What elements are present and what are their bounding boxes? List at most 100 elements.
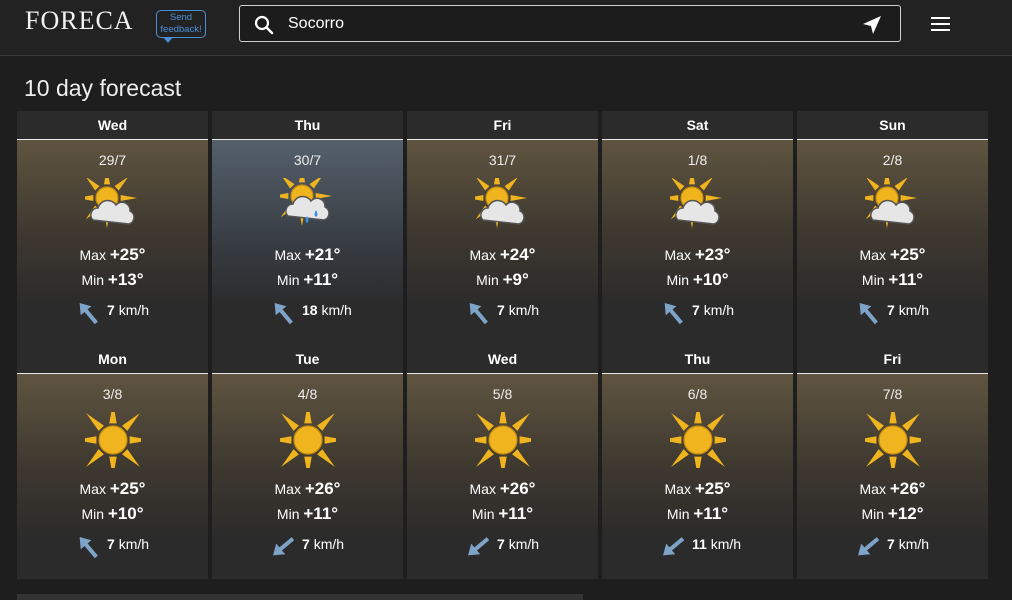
day-card[interactable]: Fri 31/7 Max +24° Min +9° 7 km/h [407,111,598,345]
sun-icon [75,402,151,478]
wind-unit: km/h [118,302,150,318]
foreca-logo[interactable]: FORECA [25,6,134,36]
day-card[interactable]: Tue 4/8 Max +26° Min +11° 7 km/h [212,345,403,579]
day-date: 3/8 [102,386,123,402]
wind-speed: 7 km/h [887,536,929,552]
min-label: Min [81,506,105,522]
day-date: 4/8 [297,386,318,402]
min-label: Min [276,272,300,288]
wind-direction-arrow-icon [662,534,685,563]
feedback-label-line2: feedback! [160,24,202,35]
day-card[interactable]: Mon 3/8 Max +25° Min +10° 7 km/h [17,345,208,579]
wind-speed-value: 7 [887,302,895,318]
wind-speed: 7 km/h [497,536,539,552]
wind-direction-arrow-icon [857,300,879,329]
max-temp: Max +26° [407,479,598,499]
wind-speed-value: 7 [107,536,115,552]
wind-speed-value: 7 [107,302,115,318]
search-input[interactable]: Socorro [288,15,344,33]
min-temp: Min +11° [212,270,403,290]
max-label: Max [664,481,691,497]
min-value: +13° [107,270,144,289]
day-card[interactable]: Sat 1/8 Max +23° Min +10° 7 km/h [602,111,793,345]
min-value: +12° [887,504,924,523]
min-temp: Min +11° [407,504,598,524]
max-label: Max [469,247,496,263]
partly-cloudy-icon [662,168,726,239]
bottom-scroll-hint [17,594,583,600]
wind-direction-arrow-icon [662,300,684,329]
max-label: Max [274,247,301,263]
day-name: Thu [212,111,403,140]
max-label: Max [79,247,106,263]
day-body: 5/8 Max +26° Min +11° 7 km/h [407,374,598,579]
day-card[interactable]: Thu 6/8 Max +25° Min +11° 11 km/h [602,345,793,579]
max-temp: Max +25° [17,479,208,499]
day-date: 29/7 [98,152,127,168]
max-label: Max [859,481,886,497]
partly-cloudy-icon [77,168,141,239]
max-temp: Max +24° [407,245,598,265]
wind-speed: 7 km/h [887,302,929,318]
max-value: +25° [889,245,926,264]
day-name: Fri [407,111,598,140]
min-label: Min [471,506,495,522]
day-body: 7/8 Max +26° Min +12° 7 km/h [797,374,988,579]
min-label: Min [81,272,105,288]
max-label: Max [664,247,691,263]
sun-icon [660,402,736,478]
day-name: Tue [212,345,403,374]
min-label: Min [666,272,690,288]
partly-cloudy-icon [467,168,531,239]
day-body: 29/7 Max +25° Min +13° 7 km/h [17,140,208,345]
page-title: 10 day forecast [24,75,182,101]
day-name: Wed [407,345,598,374]
min-temp: Min +10° [602,270,793,290]
wind-speed-value: 7 [302,536,310,552]
day-card[interactable]: Sun 2/8 Max +25° Min +11° 7 km/h [797,111,988,345]
day-date: 31/7 [488,152,517,168]
day-date: 1/8 [687,152,708,168]
location-arrow-icon[interactable] [862,15,882,40]
search-icon[interactable] [254,15,274,40]
wind-direction-arrow-icon [272,534,295,563]
day-date: 7/8 [882,386,903,402]
wind-unit: km/h [508,536,540,552]
wind-direction-arrow-icon [77,300,99,329]
wind-unit: km/h [313,536,345,552]
day-date: 5/8 [492,386,513,402]
wind-speed-value: 7 [497,302,505,318]
wind-direction-arrow-icon [467,534,490,563]
day-card[interactable]: Wed 29/7 Max +25° Min +13° 7 km/h [17,111,208,345]
day-card[interactable]: Thu 30/7 Max +21° Min +11° 18 km/h [212,111,403,345]
day-card[interactable]: Wed 5/8 Max +26° Min +11° 7 km/h [407,345,598,579]
min-value: +11° [498,504,534,523]
day-card[interactable]: Fri 7/8 Max +26° Min +12° 7 km/h [797,345,988,579]
wind-speed-value: 7 [887,536,895,552]
max-temp: Max +25° [797,245,988,265]
day-body: 1/8 Max +23° Min +10° 7 km/h [602,140,793,345]
wind-speed: 7 km/h [692,302,734,318]
min-value: +11° [303,504,339,523]
location-search-box[interactable]: Socorro [239,5,901,42]
wind-speed: 7 km/h [107,536,149,552]
max-temp: Max +25° [602,479,793,499]
wind-speed: 7 km/h [497,302,539,318]
wind-direction-arrow-icon [272,300,294,329]
hamburger-menu-icon[interactable] [931,16,951,37]
min-temp: Min +10° [17,504,208,524]
max-label: Max [859,247,886,263]
wind-speed: 18 km/h [302,302,352,318]
sun-icon [855,402,931,478]
min-value: +11° [303,270,339,289]
wind-direction-arrow-icon [77,534,99,563]
min-label: Min [276,506,300,522]
day-body: 3/8 Max +25° Min +10° 7 km/h [17,374,208,579]
day-date: 6/8 [687,386,708,402]
day-body: 31/7 Max +24° Min +9° 7 km/h [407,140,598,345]
max-value: +25° [109,479,146,498]
max-temp: Max +25° [17,245,208,265]
max-value: +25° [109,245,146,264]
send-feedback-button[interactable]: Send feedback! [156,10,206,43]
wind-speed-value: 7 [497,536,505,552]
